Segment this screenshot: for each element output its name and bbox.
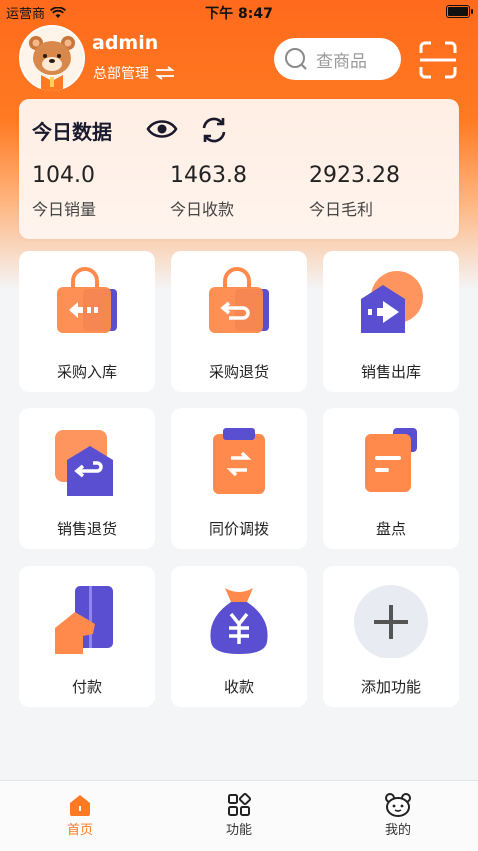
add-icon [354,585,428,658]
status-bar: 运营商 下午 8:47 [0,0,478,24]
stat-label: 今日毛利 [309,200,374,219]
search-icon [285,48,307,70]
tab-label: 首页 [66,823,93,838]
switch-icon [155,66,175,80]
avatar[interactable] [19,25,85,91]
stat-received: 1463.8 今日收款 [170,163,247,220]
card-label: 采购入库 [56,363,117,381]
card-label: 销售出库 [360,363,421,381]
stat-gross-profit: 2923.28 今日毛利 [309,163,400,220]
eye-icon[interactable] [146,117,178,141]
card-label: 添加功能 [360,678,421,696]
tab-label: 功能 [225,823,252,838]
header: admin 总部管理 查商品 [0,22,478,98]
stat-label: 今日收款 [170,200,235,219]
card-purchase-return[interactable]: 采购退货 [171,251,307,392]
bear-avatar-icon [21,27,83,91]
purchase-return-icon [209,267,269,333]
card-add-function[interactable]: 添加功能 [323,566,459,707]
card-label: 销售退货 [56,520,117,538]
transfer-icon [213,428,265,494]
stat-value: 1463.8 [170,163,247,188]
card-payment[interactable]: 付款 [19,566,155,707]
sales-return-icon [55,430,113,496]
refresh-icon[interactable] [200,116,228,144]
card-label: 收款 [223,678,254,696]
org-label: 总部管理 [93,66,149,82]
search-placeholder: 查商品 [316,51,367,72]
card-label: 付款 [71,678,102,696]
today-data-card: 今日数据 104.0 今日销量 1463.8 今日收款 2923.28 今日毛利 [19,99,459,239]
today-title: 今日数据 [32,120,112,144]
tab-functions[interactable]: 功能 [199,791,279,838]
payment-icon [55,586,113,654]
stat-label: 今日销量 [32,200,97,219]
home-icon [70,795,90,816]
search-box[interactable]: 查商品 [274,38,401,80]
stat-sales-volume: 104.0 今日销量 [32,163,96,220]
bear-icon [385,793,411,817]
inventory-icon [365,428,417,492]
battery-icon [446,5,473,18]
purchase-in-icon [57,267,117,333]
grid-icon [228,792,252,816]
scan-icon[interactable] [418,40,458,80]
card-sales-out[interactable]: 销售出库 [323,251,459,392]
tab-label: 我的 [384,823,411,838]
receipt-icon [210,588,268,654]
tab-bar: 首页 功能 我的 [0,780,478,851]
card-transfer[interactable]: 同价调拨 [171,408,307,549]
card-purchase-in[interactable]: 采购入库 [19,251,155,392]
card-label: 同价调拨 [208,520,269,538]
stat-value: 2923.28 [309,163,400,188]
card-receipt[interactable]: 收款 [171,566,307,707]
card-label: 采购退货 [208,363,269,381]
username: admin [92,32,159,54]
card-sales-return[interactable]: 销售退货 [19,408,155,549]
tab-mine[interactable]: 我的 [358,791,438,838]
clock: 下午 8:47 [205,6,273,22]
card-label: 盘点 [375,520,406,538]
stat-value: 104.0 [32,163,95,188]
tab-home[interactable]: 首页 [40,791,120,838]
sales-out-icon [361,271,423,333]
org-switcher[interactable]: 总部管理 [93,63,175,83]
card-inventory[interactable]: 盘点 [323,408,459,549]
